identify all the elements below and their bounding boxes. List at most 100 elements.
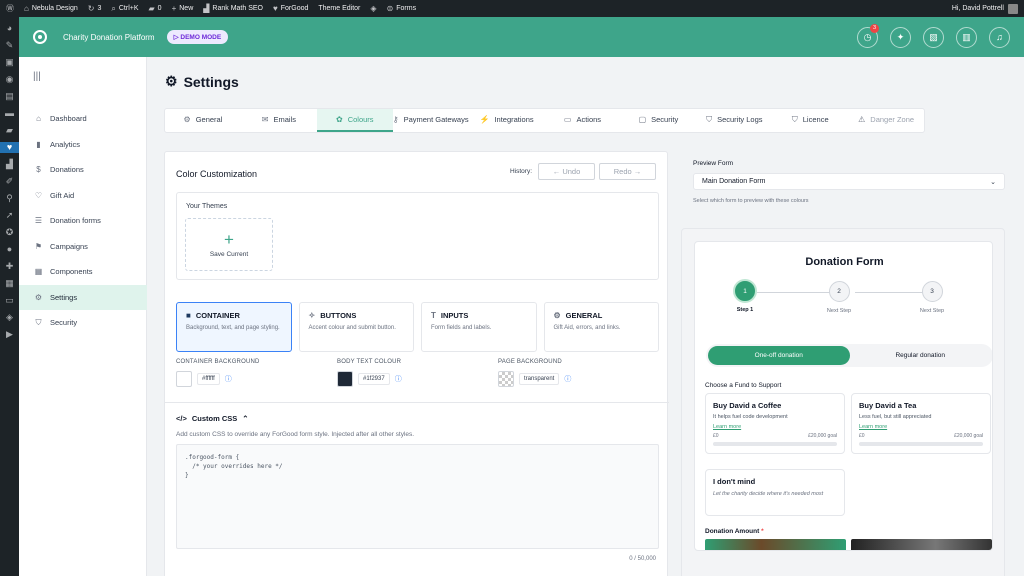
map-button[interactable]: ▥ [956,26,977,48]
diamond-menu-icon[interactable]: ◈ [4,312,15,323]
comments-item[interactable]: ▰ 0 [149,4,162,13]
category-general[interactable]: ⚙ GENERAL Gift Aid, errors, and links. [543,302,659,352]
dashboard-icon[interactable]: ◕ [4,23,15,34]
tab-payment-gateways[interactable]: ⚷ Payment Gateways [393,109,469,132]
users-icon[interactable]: ● [4,244,15,255]
history-label: History: [509,168,532,175]
sidebar-item-security[interactable]: ⛉ Security [19,310,147,336]
command-palette-item[interactable]: ⌕ Ctrl+K [111,4,138,14]
play-icon[interactable]: ▶ [4,329,15,340]
diamond-icon: ◈ [370,4,377,13]
new-content-item[interactable]: + New [172,4,194,13]
forms-item[interactable]: ⊜ Forms [387,4,417,13]
tab-security-logs[interactable]: ⛉ Security Logs [696,109,772,132]
redo-button[interactable]: Redo → [599,163,656,180]
save-current-theme-button[interactable]: + Save Current [185,218,273,271]
sidebar-item-label: Components [50,267,93,277]
account-item[interactable]: Hi, David Pottrell [952,3,1018,14]
color-value-input[interactable]: transparent [519,373,560,385]
learn-more-link[interactable]: Learn more [713,424,837,430]
color-swatch[interactable] [176,371,192,387]
theme-editor-item[interactable]: Theme Editor [318,5,360,12]
mail-icon: ✉ [261,115,269,124]
color-label: PAGE BACKGROUND [498,359,562,365]
wp-logo-item[interactable]: Ⓦ [6,3,14,14]
notifications-button[interactable]: ◷ 3 [857,23,879,48]
plugins-icon[interactable]: ⚲ [4,193,15,204]
site-name-item[interactable]: ⌂ Nebula Design [24,4,78,13]
preview-form-select[interactable]: Main Donation Form ⌄ [693,173,1005,190]
category-title: GENERAL [565,311,603,320]
layout-icon[interactable]: ▭ [4,295,15,306]
forms-icon: ⊜ [386,4,394,13]
rankmath-menu-icon[interactable]: ◉ [4,74,15,85]
color-swatch[interactable] [498,371,514,387]
package-button[interactable]: ▧ [923,26,944,48]
sidebar-item-label: Donations [50,165,84,175]
color-swatch[interactable] [337,371,353,387]
color-customization-card: Color Customization History: ← Undo Redo… [164,151,669,576]
tab-actions[interactable]: ▭ Actions [545,109,621,132]
tab-general[interactable]: ⚙ General [165,109,241,132]
forgood-menu-icon[interactable]: ♥ [0,142,19,153]
info-icon[interactable]: ⓘ [564,374,571,384]
tab-colours[interactable]: ✿ Colours [316,109,393,132]
sidebar-item-donation-forms[interactable]: ☰ Donation forms [19,208,147,234]
sidebar-item-campaigns[interactable]: ⚑ Campaigns [19,234,147,260]
fund-desc: It helps fuel code development [713,414,788,420]
tools-button[interactable]: ✦ [890,26,911,48]
tab-label: Licence [802,115,829,124]
tab-security[interactable]: ▢ Security [620,109,696,132]
diamond-item[interactable]: ◈ [370,4,376,13]
forgood-item[interactable]: ♥ ForGood [273,4,308,13]
color-value-input[interactable]: #ffffff [197,373,220,385]
sidebar-item-dashboard[interactable]: ⌂ Dashboard [19,106,147,132]
media-icon[interactable]: ▣ [4,57,15,68]
sidebar-item-settings[interactable]: ⚙ Settings [19,284,147,310]
amount-option-image[interactable] [851,539,992,550]
tab-emails[interactable]: ✉ Emails [241,109,317,132]
learn-more-link[interactable]: Learn more [859,424,983,430]
rankmath-item[interactable]: ▟ Rank Math SEO [203,4,263,13]
updates-item[interactable]: ↻ 3 [88,4,102,13]
category-container[interactable]: ■ CONTAINER Background, text, and page st… [176,302,292,352]
sidebar-item-components[interactable]: ▦ Components [19,259,147,285]
info-icon[interactable]: ⓘ [395,374,402,384]
fund-card[interactable]: Buy David a Coffee It helps fuel code de… [705,393,845,454]
custom-css-editor[interactable]: .forgood-form { /* your overrides here *… [176,444,659,549]
amount-option-image[interactable] [705,539,846,550]
bell-button[interactable]: ♫ [989,26,1010,48]
preview-form-selector: Preview Form Main Donation Form ⌄ Select … [682,151,1005,211]
category-buttons[interactable]: ✧ BUTTONS Accent colour and submit button… [298,302,414,352]
info-icon[interactable]: ⓘ [225,374,232,384]
pin-icon[interactable]: ✎ [4,40,15,51]
undo-button[interactable]: ← Undo [538,163,595,180]
tab-label: Colours [347,115,374,124]
category-desc: Form fields and labels. [431,325,492,331]
one-off-donation-button[interactable]: One-off donation [708,346,850,365]
pointer-icon[interactable]: ➚ [4,210,15,221]
settings-menu-icon[interactable]: ▦ [4,278,15,289]
map-icon: ▥ [962,31,971,42]
folder-icon[interactable]: ▬ [4,108,15,119]
fund-card[interactable]: I don't mind Let the charity decide wher… [705,469,845,516]
collapse-menu-icon[interactable]: ||| [33,71,41,82]
pages-icon[interactable]: ▤ [4,91,15,102]
sidebar-item-gift-aid[interactable]: ♡ Gift Aid [19,183,147,209]
analytics-menu-icon[interactable]: ▟ [4,159,15,170]
site-name: Nebula Design [31,5,78,12]
tab-integrations[interactable]: ⚡ Integrations [469,109,545,132]
tab-licence[interactable]: ⛉ Licence [772,109,848,132]
tools-icon[interactable]: ✚ [4,261,15,272]
fund-card[interactable]: Buy David a Tea Less fuel, but still app… [851,393,991,454]
accessibility-icon[interactable]: ✪ [4,227,15,238]
appearance-icon[interactable]: ✐ [4,176,15,187]
color-value-input[interactable]: #1f2937 [358,373,390,385]
sidebar-item-donations[interactable]: $ Donations [19,157,147,183]
custom-css-toggle[interactable]: </> Custom CSS ⌃ [176,414,249,423]
category-inputs[interactable]: T INPUTS Form fields and labels. [421,302,537,352]
sidebar-item-analytics[interactable]: ▮ Analytics [19,132,147,158]
comments-menu-icon[interactable]: ▰ [4,125,15,136]
tab-danger-zone[interactable]: ⚠ Danger Zone [848,109,924,132]
regular-donation-button[interactable]: Regular donation [850,346,992,365]
